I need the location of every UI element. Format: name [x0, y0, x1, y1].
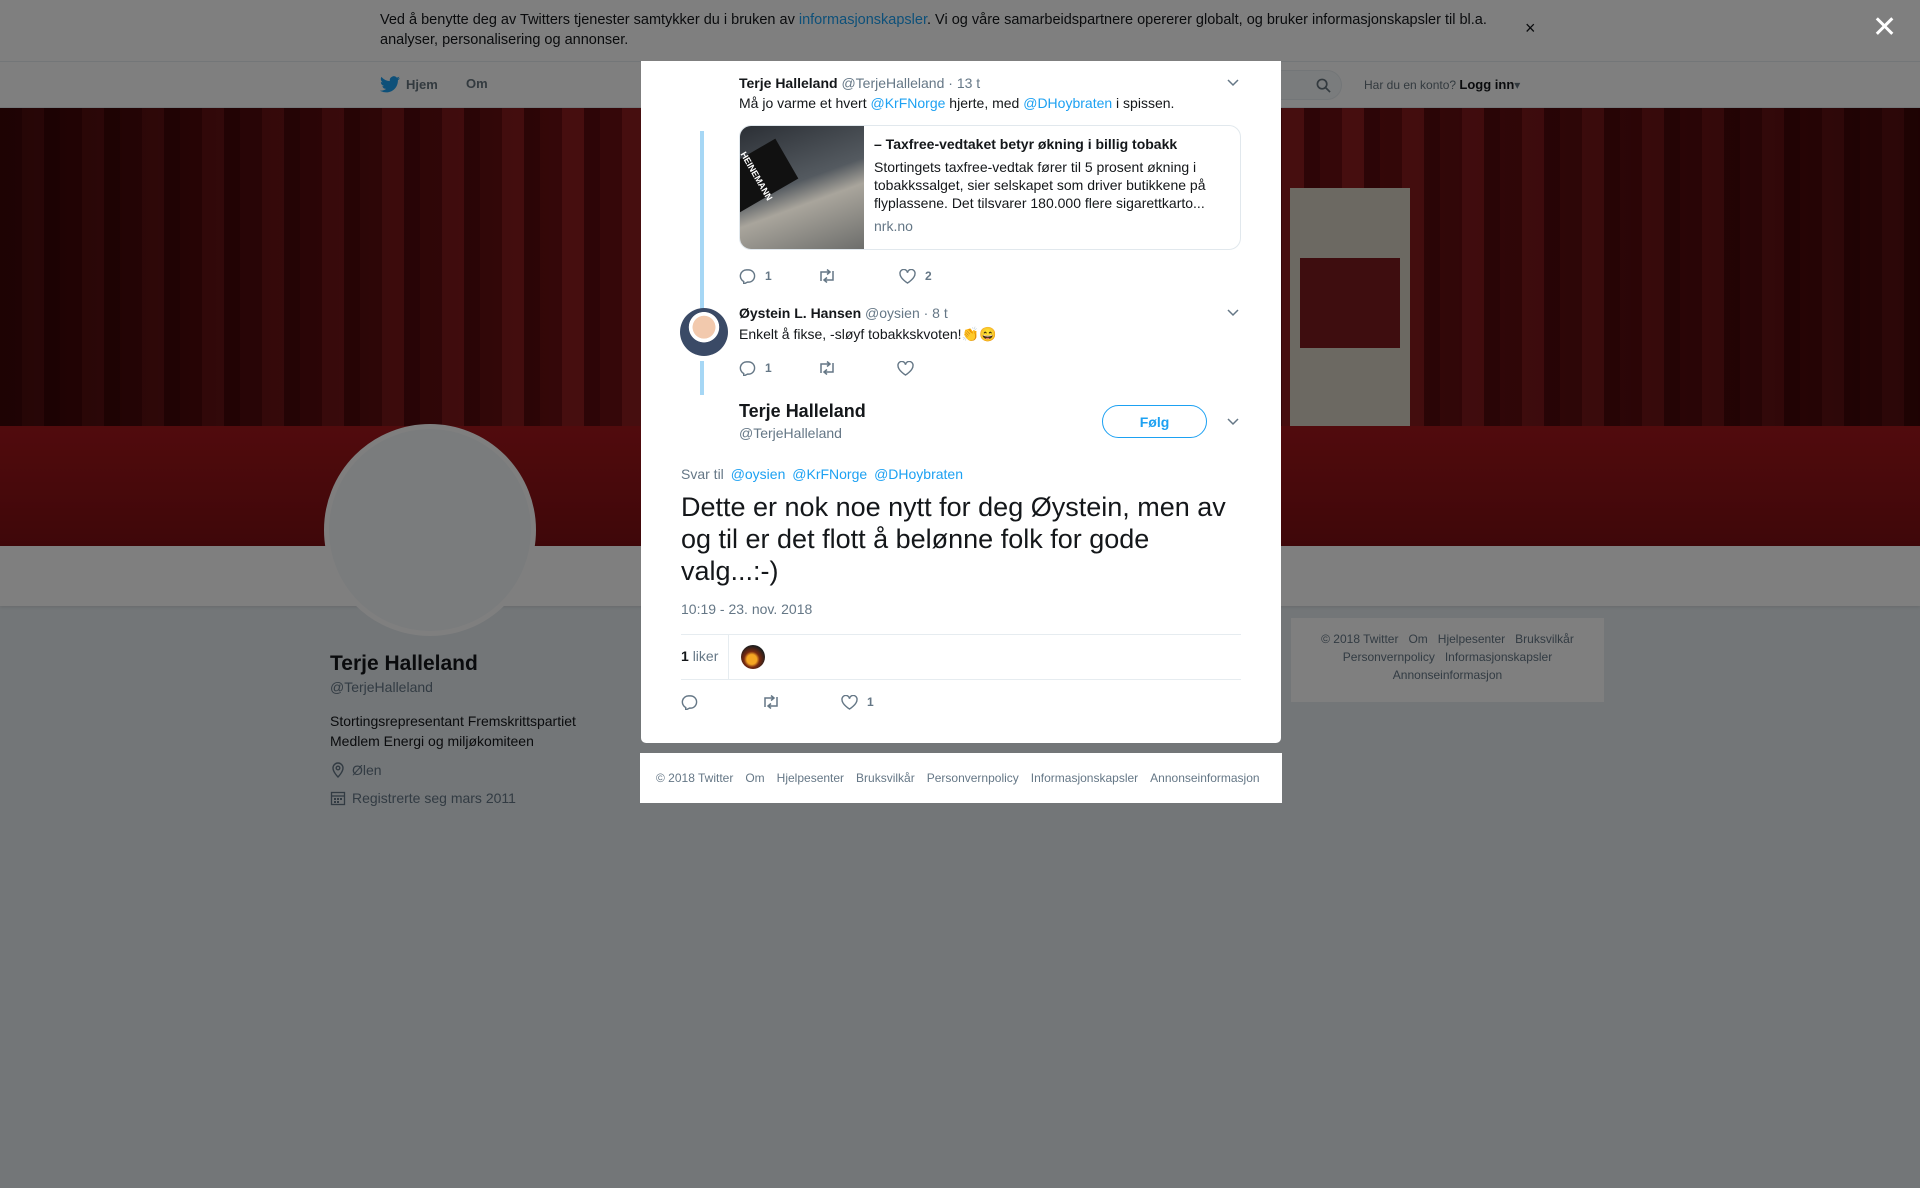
thread-line [700, 361, 704, 395]
reply-button[interactable] [681, 694, 761, 710]
main-tweet-actions: 1 [681, 694, 874, 710]
mention-link[interactable]: @DHoybraten [874, 466, 963, 482]
tweet-author-handle[interactable]: @TerjeHalleland [841, 75, 944, 91]
tweet-text: Enkelt å fikse, -sløyf tobakkskvoten!👏😄 [739, 326, 997, 342]
card-image: HEINEMANN [740, 126, 864, 249]
heart-icon [841, 694, 858, 710]
main-tweet-author-name[interactable]: Terje Halleland [739, 401, 866, 422]
tweet-stats: 1 liker [681, 634, 1241, 680]
chevron-down-icon[interactable] [1226, 76, 1240, 90]
heart-icon [899, 268, 916, 284]
reply-icon [681, 695, 698, 710]
retweet-icon [820, 361, 834, 375]
footer-link-about[interactable]: Om [745, 771, 764, 785]
follow-button[interactable]: Følg [1102, 405, 1207, 438]
reply-icon [739, 361, 756, 376]
tweet-permalink-modal: Terje Halleland @TerjeHalleland · 13 t M… [641, 61, 1281, 743]
main-tweet-text: Dette er nok noe nytt for deg Øystein, m… [681, 492, 1226, 586]
link-card[interactable]: HEINEMANN – Taxfree-vedtaket betyr øknin… [739, 125, 1241, 250]
retweet-icon [820, 269, 834, 283]
likes-stat[interactable]: 1 liker [681, 648, 718, 664]
reply-context: Svar til @oysien @KrFNorge @DHoybraten [681, 466, 963, 482]
tweet-text-part: Må jo varme et hvert [739, 95, 871, 111]
retweet-button[interactable] [761, 695, 841, 709]
tweet-text-part: i spissen. [1112, 95, 1175, 111]
card-title: – Taxfree-vedtaket betyr økning i billig… [874, 136, 1178, 152]
like-count: 1 [867, 695, 874, 709]
mention-link[interactable]: @KrFNorge [792, 466, 867, 482]
main-tweet-timestamp[interactable]: 10:19 - 23. nov. 2018 [681, 601, 812, 617]
footer-link-terms[interactable]: Bruksvilkår [856, 771, 915, 785]
footer-copyright: © 2018 Twitter [656, 771, 734, 785]
tweet-header: Øystein L. Hansen @oysien · 8 t [739, 305, 948, 321]
retweet-button[interactable] [817, 269, 899, 283]
mention-link[interactable]: @DHoybraten [1023, 95, 1112, 111]
tweet-author-name[interactable]: Øystein L. Hansen [739, 305, 861, 321]
like-button[interactable]: 1 [841, 694, 874, 710]
footer-link-cookies[interactable]: Informasjonskapsler [1031, 771, 1138, 785]
like-count: 2 [925, 269, 932, 283]
modal-footer: © 2018 Twitter Om Hjelpesenter Bruksvilk… [640, 753, 1282, 803]
footer-link-privacy[interactable]: Personvernpolicy [927, 771, 1019, 785]
like-button[interactable]: 2 [899, 268, 932, 284]
tweet-author-name[interactable]: Terje Halleland [739, 75, 838, 91]
tweet-text: Må jo varme et hvert @KrFNorge hjerte, m… [739, 93, 1174, 113]
avatar[interactable] [680, 308, 728, 356]
retweet-icon [764, 695, 778, 709]
footer-link-help[interactable]: Hjelpesenter [777, 771, 844, 785]
mention-link[interactable]: @oysien [731, 466, 786, 482]
likes-label: liker [692, 648, 719, 664]
thread-line [700, 131, 704, 326]
reply-label: Svar til [681, 466, 724, 482]
tweet-header: Terje Halleland @TerjeHalleland · 13 t [739, 75, 980, 91]
footer-link-ads[interactable]: Annonseinformasjon [1150, 771, 1259, 785]
mention-link[interactable]: @KrFNorge [871, 95, 946, 111]
main-tweet-author-handle[interactable]: @TerjeHalleland [739, 425, 842, 441]
card-domain: nrk.no [874, 218, 913, 234]
heart-icon [897, 360, 914, 376]
tweet-author-handle[interactable]: @oysien [865, 305, 920, 321]
tweet-time[interactable]: · 13 t [948, 75, 980, 91]
reply-button[interactable]: 1 [739, 360, 817, 376]
card-description: Stortingets taxfree-vedtak fører til 5 p… [874, 159, 1206, 211]
reply-button[interactable]: 1 [739, 268, 817, 284]
retweet-button[interactable] [817, 361, 897, 375]
tweet-actions: 1 2 [739, 268, 932, 284]
reply-count: 1 [765, 269, 772, 283]
likes-count: 1 [681, 648, 689, 664]
reply-icon [739, 269, 756, 284]
chevron-down-icon[interactable] [1226, 415, 1240, 429]
reply-count: 1 [765, 361, 772, 375]
stats-divider [728, 635, 729, 679]
tweet-actions: 1 [739, 360, 923, 376]
chevron-down-icon[interactable] [1226, 306, 1240, 320]
like-button[interactable] [897, 360, 923, 376]
tweet-text-part: hjerte, med [945, 95, 1024, 111]
liker-avatar[interactable] [741, 645, 765, 669]
tweet-time[interactable]: · 8 t [924, 305, 948, 321]
card-image-sign: HEINEMANN [740, 138, 799, 214]
close-icon[interactable]: ✕ [1872, 10, 1897, 45]
